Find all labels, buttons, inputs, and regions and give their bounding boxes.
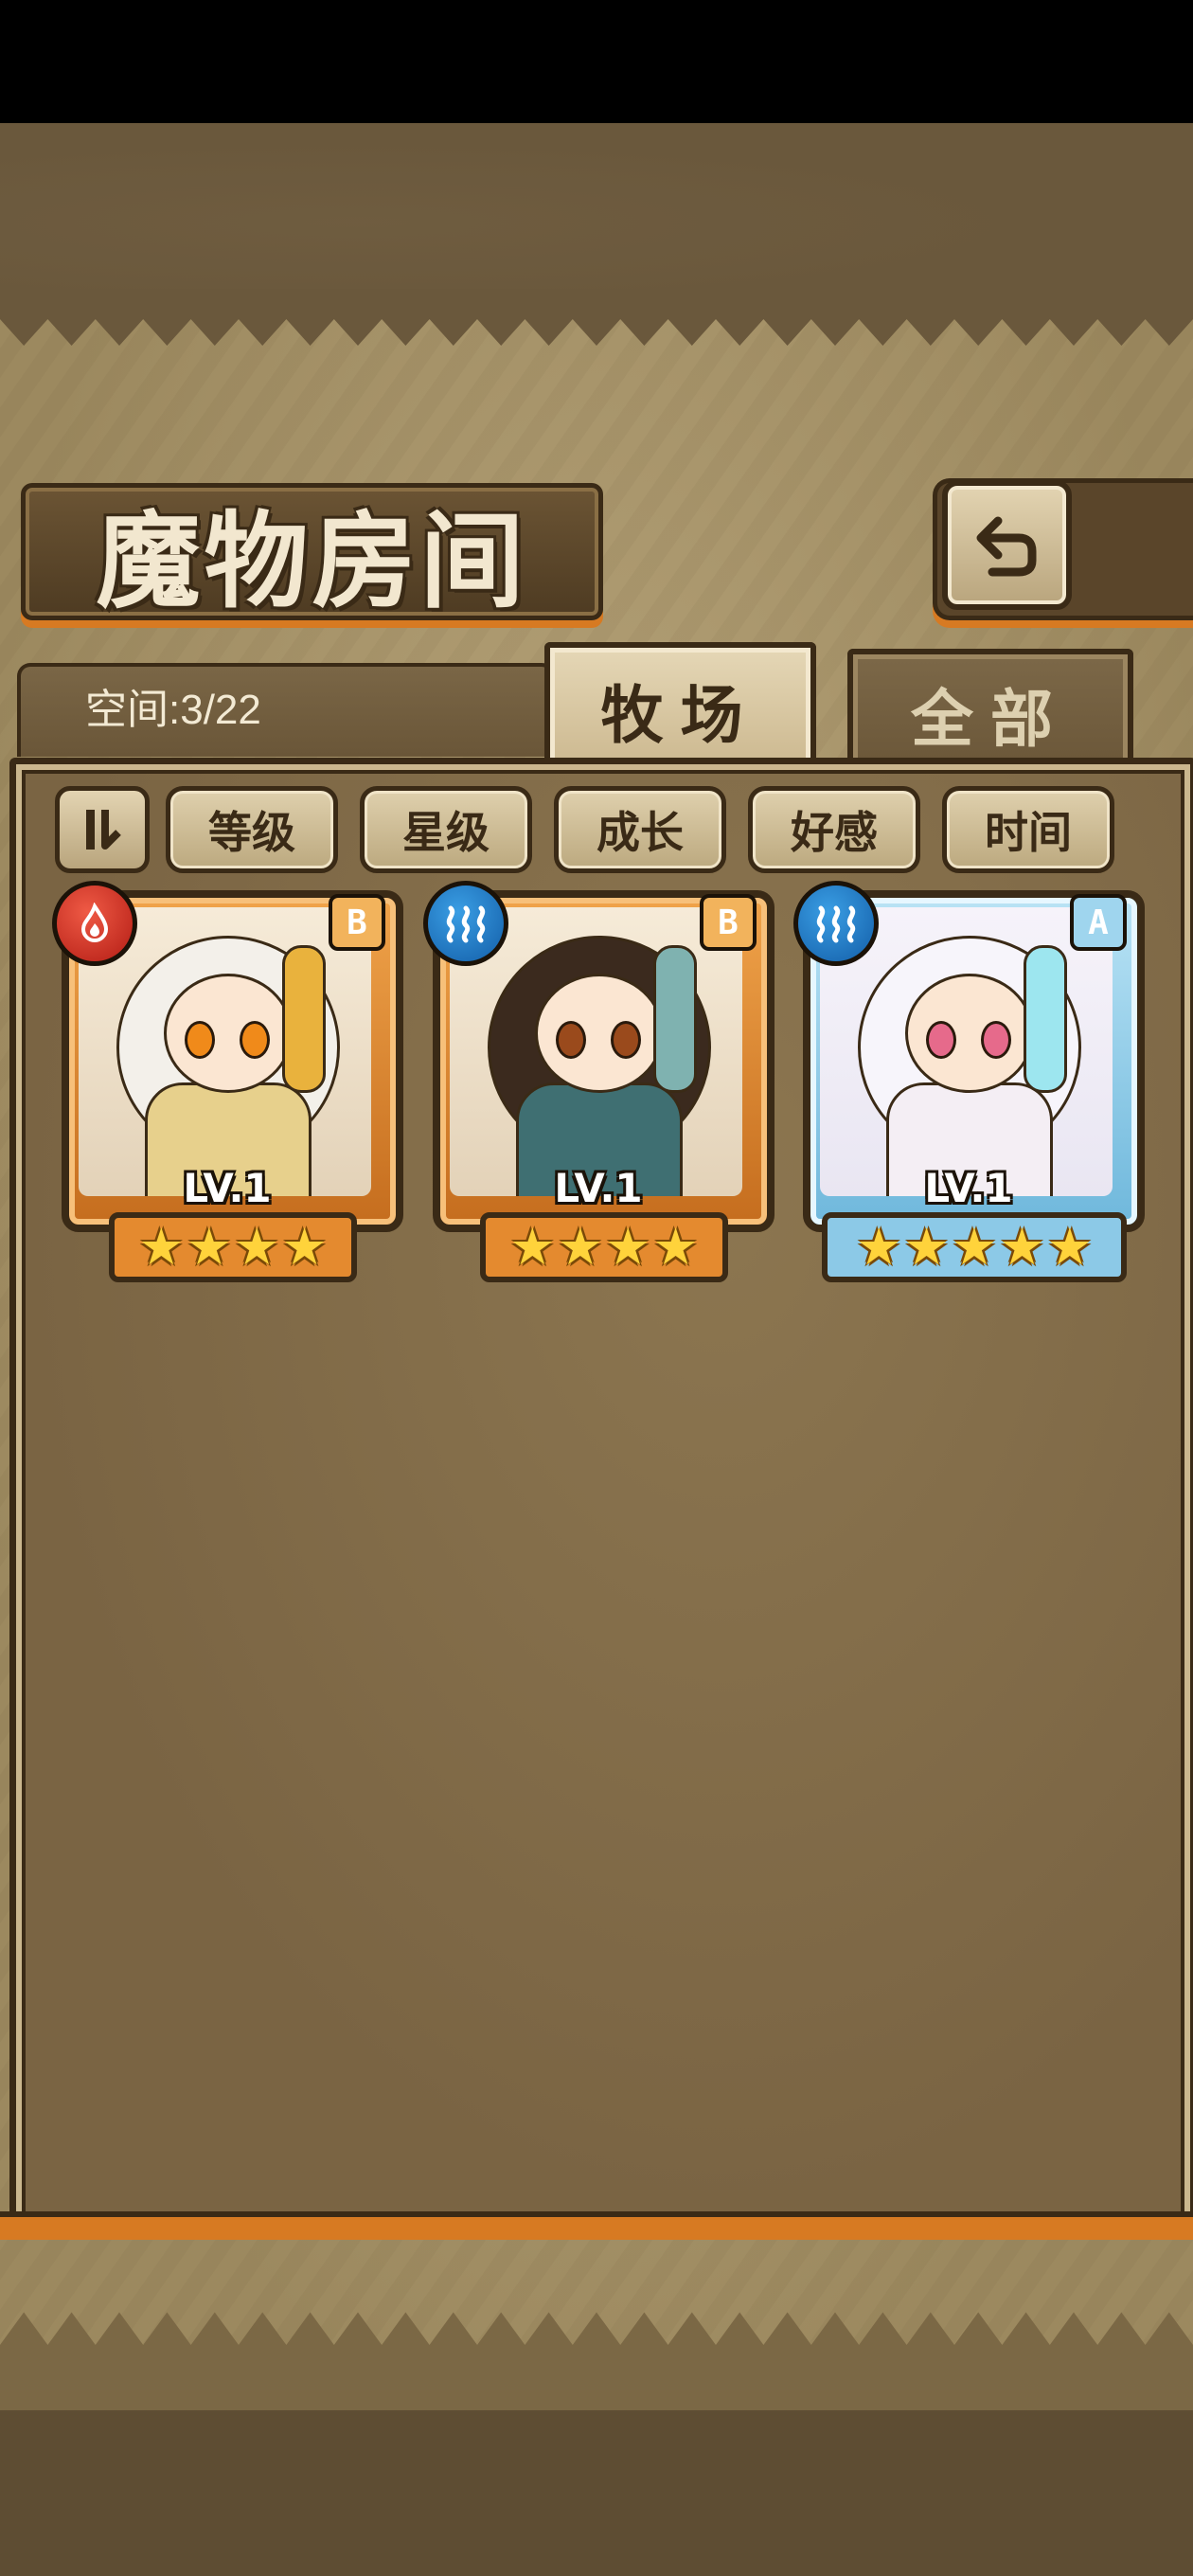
portrait-eye [926, 1021, 956, 1059]
sort-affection-button[interactable]: 好感 [748, 786, 920, 873]
monster-card[interactable]: B LV.1 ★ ★ ★ ★ [52, 881, 403, 1288]
monster-card[interactable]: B LV.1 ★ ★ ★ ★ [423, 881, 775, 1288]
title-plaque: 魔物房间 [21, 483, 603, 622]
tab-ranch[interactable]: 牧场 [544, 642, 816, 773]
star-icon: ★ [1046, 1217, 1094, 1277]
sort-order-icon [86, 810, 121, 850]
star-icon: ★ [509, 1217, 556, 1277]
list-bottom-bar [0, 2211, 1193, 2240]
water-element-icon [423, 881, 508, 966]
rank-badge: B [700, 894, 757, 951]
star-icon: ★ [652, 1217, 699, 1277]
sort-level-button[interactable]: 等级 [166, 786, 338, 873]
portrait-face [164, 974, 293, 1093]
star-icon: ★ [951, 1217, 998, 1277]
water-element-icon [793, 881, 879, 966]
star-icon: ★ [903, 1217, 950, 1277]
level-label: LV.1 [554, 1165, 643, 1211]
star-icon: ★ [138, 1217, 185, 1277]
rank-badge: A [1070, 894, 1127, 951]
star-icon: ★ [557, 1217, 603, 1277]
tab-all[interactable]: 全部 [847, 649, 1133, 773]
back-button[interactable] [942, 480, 1072, 610]
star-icon: ★ [234, 1217, 280, 1277]
portrait-eye [240, 1021, 270, 1059]
sort-star-button[interactable]: 星级 [360, 786, 532, 873]
page-title: 魔物房间 [96, 499, 528, 622]
portrait-eye [185, 1021, 215, 1059]
portrait-face [535, 974, 664, 1093]
star-rating: ★ ★ ★ ★ [480, 1212, 728, 1282]
space-count: 空间:3/22 [85, 687, 261, 733]
star-icon: ★ [281, 1217, 328, 1277]
portrait-accent [282, 945, 326, 1093]
sort-order-toggle[interactable] [55, 786, 150, 873]
star-icon: ★ [855, 1217, 902, 1277]
portrait-face [905, 974, 1034, 1093]
background-map-top [0, 123, 1193, 289]
star-icon: ★ [605, 1217, 651, 1277]
star-rating: ★ ★ ★ ★ [109, 1212, 357, 1282]
portrait-accent [1024, 945, 1067, 1093]
sort-time-button[interactable]: 时间 [942, 786, 1114, 873]
return-icon [976, 516, 1036, 576]
star-icon: ★ [186, 1217, 232, 1277]
portrait-eye [981, 1021, 1011, 1059]
portrait-eye [611, 1021, 641, 1059]
status-bar [0, 0, 1193, 123]
fire-element-icon [52, 881, 137, 966]
sort-growth-button[interactable]: 成长 [554, 786, 726, 873]
portrait-eye [556, 1021, 586, 1059]
portrait-accent [653, 945, 697, 1093]
rank-badge: B [329, 894, 385, 951]
monster-card[interactable]: A LV.1 ★ ★ ★ ★ ★ [793, 881, 1145, 1288]
star-icon: ★ [999, 1217, 1045, 1277]
level-label: LV.1 [924, 1165, 1013, 1211]
star-rating: ★ ★ ★ ★ ★ [822, 1212, 1127, 1282]
background-map-bottom [0, 2410, 1193, 2576]
level-label: LV.1 [183, 1165, 272, 1211]
